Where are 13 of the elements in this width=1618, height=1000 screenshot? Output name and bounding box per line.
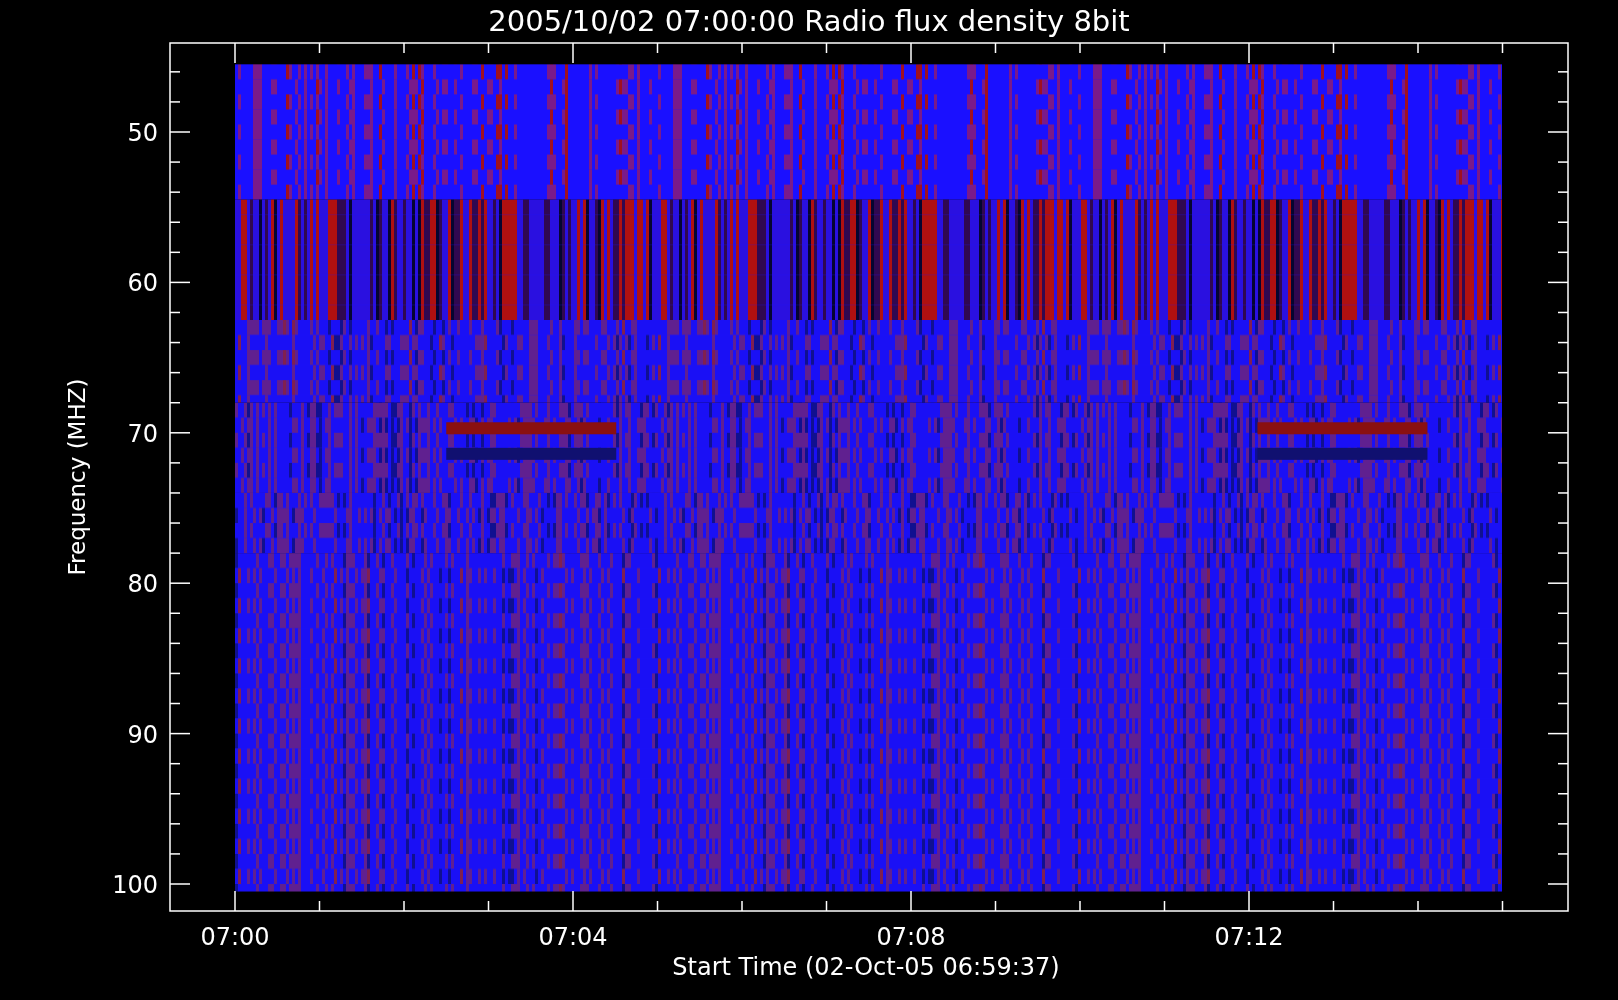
x-tick-label: 07:08 xyxy=(876,923,946,951)
y-tick-label: 90 xyxy=(127,720,158,749)
x-axis-label: Start Time (02-Oct-05 06:59:37) xyxy=(672,953,1060,981)
chart-title: 2005/10/02 07:00:00 Radio flux density 8bit xyxy=(488,4,1130,38)
x-tick-label: 07:12 xyxy=(1214,923,1284,951)
x-tick-label: 07:00 xyxy=(200,923,270,951)
y-axis-label: Frequency (MHZ) xyxy=(64,378,90,576)
y-tick-label: 60 xyxy=(127,269,158,298)
y-tick-label: 100 xyxy=(112,871,158,899)
x-tick-label: 07:04 xyxy=(538,923,608,951)
y-tick-label: 50 xyxy=(127,119,158,147)
y-tick-label: 70 xyxy=(127,419,158,448)
y-tick-label: 80 xyxy=(127,570,158,599)
